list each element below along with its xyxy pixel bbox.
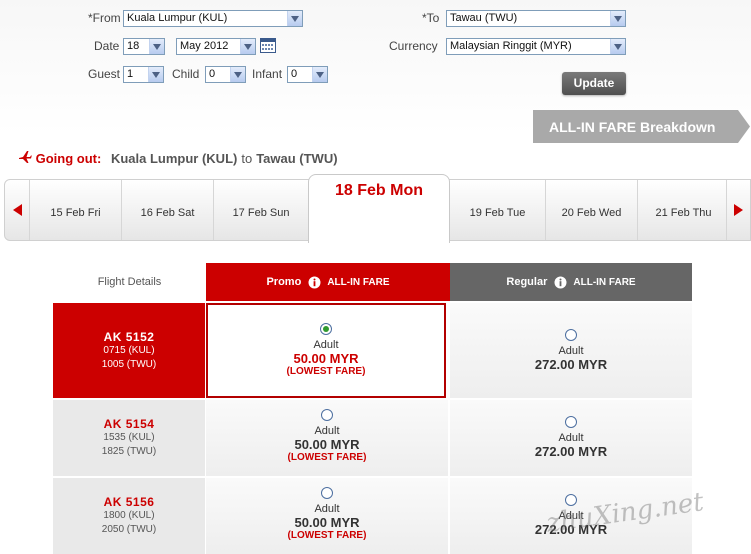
date-tab[interactable]: 21 Feb Thu [637,180,729,240]
arrival-time: 1005 (TWU) [101,359,157,370]
child-label: Child [172,67,200,81]
flight-number: AK 5156 [103,495,155,509]
date-day-value: 18 [127,40,140,52]
promo-fare-cell[interactable]: Adult 50.00 MYR (LOWEST FARE) [206,478,448,554]
arrival-time: 1825 (TWU) [101,446,157,457]
date-tab[interactable]: 20 Feb Wed [545,180,637,240]
promo-header-label: Promo [266,276,302,288]
arrow-right-icon [734,204,743,216]
fare-radio[interactable] [565,416,577,428]
passenger-type: Adult [314,425,340,437]
departure-time: 0715 (KUL) [103,345,155,356]
date-tab[interactable]: 17 Feb Sun [213,180,308,240]
passenger-type: Adult [313,339,339,351]
passenger-type: Adult [558,345,584,357]
update-button[interactable]: Update [562,72,626,95]
departure-time: 1535 (KUL) [103,432,155,443]
going-out-label: Going out: [35,151,102,166]
fare-breakdown-button[interactable]: ALL-IN FARE Breakdown [533,110,751,143]
to-label: *To [422,11,440,25]
currency-value: Malaysian Ringgit (MYR) [450,40,572,52]
date-selector: 15 Feb Fri 16 Feb Sat 17 Feb Sun 19 Feb … [4,174,751,243]
regular-fare-cell[interactable]: Adult 272.00 MYR [450,400,692,476]
fare-radio-selected[interactable] [320,323,332,335]
passenger-type: Adult [314,503,340,515]
date-tab[interactable]: 15 Feb Fri [29,180,121,240]
plane-icon [18,150,32,164]
infant-value: 0 [291,68,298,80]
lowest-fare-note: (LOWEST FARE) [286,366,366,377]
next-dates-button[interactable] [726,180,750,240]
regular-fare-cell[interactable]: Adult 272.00 MYR [450,303,692,398]
flight-info-cell: AK 5154 1535 (KUL) 1825 (TWU) [53,400,205,476]
info-icon[interactable] [554,276,567,289]
departure-time: 1800 (KUL) [103,510,155,521]
date-label: Date [94,39,120,53]
route-to: to [241,151,253,166]
infant-label: Infant [252,67,283,81]
lowest-fare-note: (LOWEST FARE) [287,530,367,541]
to-value: Tawau (TWU) [450,12,518,24]
date-month-value: May 2012 [180,40,229,52]
date-day-select[interactable]: 18 [123,38,165,55]
fare-price: 272.00 MYR [534,444,608,459]
chevron-down-icon [149,39,164,54]
fare-price: 272.00 MYR [534,357,608,372]
chevron-down-icon [148,67,163,82]
date-tab-selected[interactable]: 18 Feb Mon [308,174,450,243]
guest-select[interactable]: 1 [123,66,164,83]
arrow-left-icon [12,204,22,216]
fare-price: 50.00 MYR [293,351,359,366]
chevron-down-icon [287,11,302,26]
flight-info-cell: AK 5152 0715 (KUL) 1005 (TWU) [53,303,205,398]
regular-header: Regular ALL-IN FARE [450,263,692,301]
from-select[interactable]: Kuala Lumpur (KUL) [123,10,303,27]
breakdown-label: ALL-IN FARE Breakdown [549,119,716,135]
chevron-down-icon [230,67,245,82]
regular-header-label: Regular [506,276,548,288]
fare-radio[interactable] [565,329,577,341]
child-select[interactable]: 0 [205,66,246,83]
prev-dates-button[interactable] [5,180,29,240]
fare-radio[interactable] [321,409,333,421]
going-out-heading: Going out: Kuala Lumpur (KUL) to Tawau (TW… [18,150,338,166]
date-month-select[interactable]: May 2012 [176,38,256,55]
regular-allin-label: ALL-IN FARE [573,276,636,288]
passenger-type: Adult [558,432,584,444]
guest-label: Guest [88,67,121,81]
promo-header: Promo ALL-IN FARE [206,263,450,301]
info-icon[interactable] [308,276,321,289]
to-select[interactable]: Tawau (TWU) [446,10,626,27]
arrival-time: 2050 (TWU) [101,524,157,535]
currency-label: Currency [389,39,438,53]
guest-value: 1 [127,68,134,80]
child-value: 0 [209,68,216,80]
fare-price: 50.00 MYR [294,515,360,530]
chevron-down-icon [240,39,255,54]
chevron-down-icon [312,67,327,82]
date-tab[interactable]: 19 Feb Tue [450,180,545,240]
infant-select[interactable]: 0 [287,66,328,83]
calendar-icon[interactable] [260,38,276,53]
date-tab[interactable]: 16 Feb Sat [121,180,213,240]
route-origin: Kuala Lumpur (KUL) [110,151,238,166]
table-row: AK 5152 0715 (KUL) 1005 (TWU) Adult 50.0… [53,303,692,398]
from-value: Kuala Lumpur (KUL) [127,12,228,24]
chevron-down-icon [610,39,625,54]
from-label: *From [88,11,121,25]
promo-fare-cell[interactable]: Adult 50.00 MYR (LOWEST FARE) [206,303,446,398]
chevron-down-icon [610,11,625,26]
flight-number: AK 5154 [103,417,155,431]
flight-info-cell: AK 5156 1800 (KUL) 2050 (TWU) [53,478,205,554]
flight-number: AK 5152 [103,330,155,344]
fare-radio[interactable] [321,487,333,499]
promo-fare-cell[interactable]: Adult 50.00 MYR (LOWEST FARE) [206,400,448,476]
currency-select[interactable]: Malaysian Ringgit (MYR) [446,38,626,55]
lowest-fare-note: (LOWEST FARE) [287,452,367,463]
table-row: AK 5154 1535 (KUL) 1825 (TWU) Adult 50.0… [53,400,692,476]
route-destination: Tawau (TWU) [256,151,338,166]
fare-price: 50.00 MYR [294,437,360,452]
flight-details-header: Flight Details [97,276,162,288]
promo-allin-label: ALL-IN FARE [327,276,390,288]
